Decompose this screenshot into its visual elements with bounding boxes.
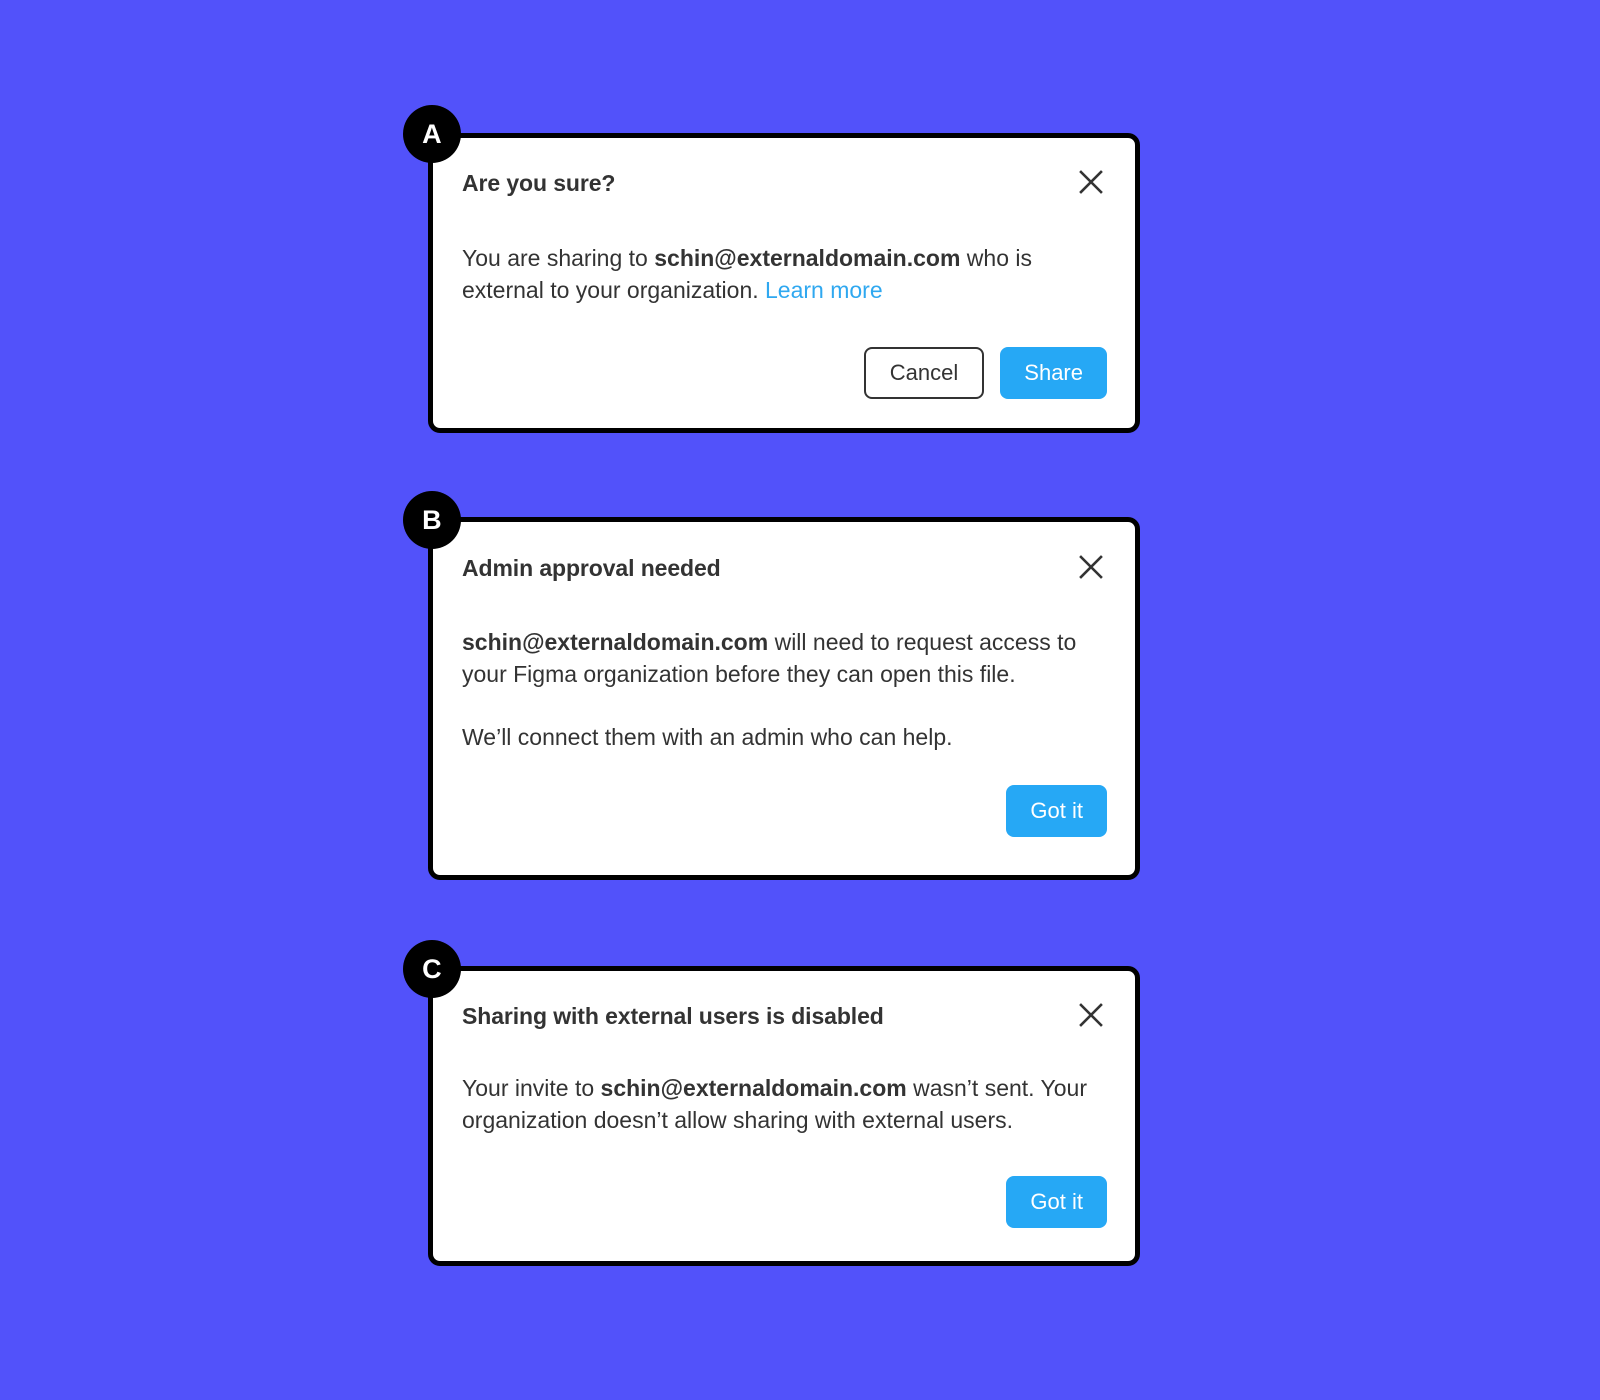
dialog-footer: Got it bbox=[1006, 1176, 1107, 1228]
share-button[interactable]: Share bbox=[1000, 347, 1107, 399]
dialog-body: schin@externaldomain.com will need to re… bbox=[462, 627, 1107, 754]
close-icon[interactable] bbox=[1075, 166, 1107, 198]
dialog-title: Are you sure? bbox=[462, 170, 616, 196]
dialog-body: Your invite to schin@externaldomain.com … bbox=[462, 1073, 1107, 1136]
close-icon[interactable] bbox=[1075, 551, 1107, 583]
dialog-header: Admin approval needed bbox=[433, 555, 1135, 583]
dialog-badge-c: C bbox=[403, 940, 461, 998]
dialog-badge-b: B bbox=[403, 491, 461, 549]
dialog-body-paragraph: schin@externaldomain.com will need to re… bbox=[462, 627, 1107, 690]
dialog-body: You are sharing to schin@externaldomain.… bbox=[462, 243, 1107, 306]
dialog-body-paragraph: Your invite to schin@externaldomain.com … bbox=[462, 1073, 1107, 1136]
dialog-are-you-sure: Are you sure? You are sharing to schin@e… bbox=[428, 133, 1140, 433]
close-icon[interactable] bbox=[1075, 999, 1107, 1031]
dialog-body-paragraph-2: We’ll connect them with an admin who can… bbox=[462, 724, 953, 751]
got-it-button[interactable]: Got it bbox=[1006, 1176, 1107, 1228]
learn-more-link[interactable]: Learn more bbox=[765, 277, 883, 303]
external-email: schin@externaldomain.com bbox=[600, 1075, 907, 1101]
dialog-footer: Got it bbox=[1006, 785, 1107, 837]
dialog-body-paragraph: You are sharing to schin@externaldomain.… bbox=[462, 243, 1107, 306]
dialog-title: Admin approval needed bbox=[462, 555, 721, 581]
dialog-external-sharing-disabled: Sharing with external users is disabled … bbox=[428, 966, 1140, 1266]
dialog-badge-a: A bbox=[403, 105, 461, 163]
dialog-gallery: A Are you sure? You are sharing to schin… bbox=[0, 0, 1600, 1400]
body-text-lead: You are sharing to bbox=[462, 245, 655, 271]
body-text-lead: Your invite to bbox=[462, 1075, 601, 1101]
dialog-header: Sharing with external users is disabled bbox=[433, 1003, 1135, 1031]
external-email: schin@externaldomain.com bbox=[654, 245, 961, 271]
dialog-title: Sharing with external users is disabled bbox=[462, 1003, 884, 1029]
got-it-button[interactable]: Got it bbox=[1006, 785, 1107, 837]
external-email: schin@externaldomain.com bbox=[462, 629, 769, 655]
dialog-footer: Cancel Share bbox=[863, 347, 1107, 399]
dialog-header: Are you sure? bbox=[433, 170, 1135, 198]
dialog-admin-approval-needed: Admin approval needed schin@externaldoma… bbox=[428, 517, 1140, 880]
cancel-button[interactable]: Cancel bbox=[863, 347, 985, 399]
